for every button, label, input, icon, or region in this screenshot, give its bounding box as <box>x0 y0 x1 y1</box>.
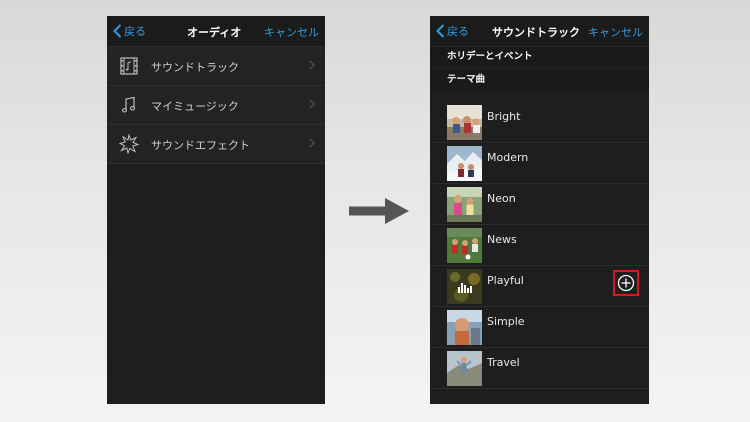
chevron-right-icon <box>309 60 315 70</box>
track-name: Bright <box>487 110 521 123</box>
chevron-left-icon <box>113 24 122 38</box>
track-thumbnail <box>447 105 482 140</box>
track-thumbnail <box>447 269 482 304</box>
track-name: News <box>487 233 517 246</box>
menu-item-sound-effect[interactable]: サウンドエフェクト <box>107 125 325 164</box>
audio-menu: サウンドトラック マイミュージック サウンドエフェクト <box>107 47 325 164</box>
chevron-right-icon <box>309 138 315 148</box>
menu-label: マイミュージック <box>151 100 239 113</box>
theme-track-list: Bright Modern Neon News Playful Simple T… <box>430 102 649 389</box>
burst-icon <box>119 134 139 154</box>
track-thumbnail <box>447 187 482 222</box>
cancel-button[interactable]: キャンセル <box>264 24 319 40</box>
arrow-right-icon <box>349 198 409 224</box>
film-music-icon <box>120 57 138 75</box>
track-thumbnail <box>447 310 482 345</box>
menu-label: サウンドトラック <box>151 61 239 74</box>
menu-item-my-music[interactable]: マイミュージック <box>107 86 325 125</box>
back-button[interactable]: 戻る <box>113 23 146 39</box>
track-name: Neon <box>487 192 516 205</box>
add-button[interactable] <box>613 270 639 296</box>
track-row-travel[interactable]: Travel <box>430 348 649 389</box>
track-thumbnail <box>447 228 482 263</box>
track-thumbnail <box>447 351 482 386</box>
track-row-news[interactable]: News <box>430 225 649 266</box>
section-header-holiday[interactable]: ホリデーとイベント <box>430 47 649 67</box>
track-row-neon[interactable]: Neon <box>430 184 649 225</box>
track-row-playful[interactable]: Playful <box>430 266 649 307</box>
music-note-icon <box>121 96 136 113</box>
navigation-bar: 戻る オーディオ キャンセル <box>107 16 325 47</box>
track-name: Playful <box>487 274 524 287</box>
soundtrack-screen: 戻る サウンドトラック キャンセル ホリデーとイベント テーマ曲 Bright <box>430 16 649 404</box>
back-button[interactable]: 戻る <box>436 23 469 39</box>
section-header-theme: テーマ曲 <box>430 70 649 90</box>
menu-label: サウンドエフェクト <box>151 139 250 152</box>
track-row-simple[interactable]: Simple <box>430 307 649 348</box>
track-row-modern[interactable]: Modern <box>430 143 649 184</box>
chevron-right-icon <box>309 99 315 109</box>
track-name: Modern <box>487 151 529 164</box>
cancel-button[interactable]: キャンセル <box>588 24 643 40</box>
back-label: 戻る <box>124 25 146 38</box>
track-name: Simple <box>487 315 525 328</box>
plus-circle-icon <box>617 274 635 292</box>
audio-screen: 戻る オーディオ キャンセル サウンドトラック マイミュージック サウンドエフェ… <box>107 16 325 404</box>
track-row-bright[interactable]: Bright <box>430 102 649 143</box>
page-title: オーディオ <box>187 26 242 39</box>
track-thumbnail <box>447 146 482 181</box>
navigation-bar: 戻る サウンドトラック キャンセル <box>430 16 649 47</box>
back-label: 戻る <box>447 25 469 38</box>
track-name: Travel <box>487 356 520 369</box>
chevron-left-icon <box>436 24 445 38</box>
page-title: サウンドトラック <box>492 26 580 39</box>
menu-item-soundtrack[interactable]: サウンドトラック <box>107 47 325 86</box>
